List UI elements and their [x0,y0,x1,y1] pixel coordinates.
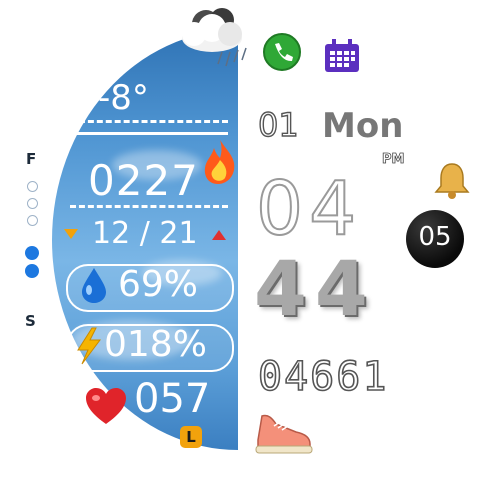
date-weekday[interactable]: Mon [322,106,403,146]
water-drop-icon [80,266,108,304]
temp-range-value: 12 / 21 [92,216,198,251]
side-letter-top: F [26,150,37,168]
side-letter-bottom: S [25,312,36,330]
level-badge: L [180,426,202,448]
humidity-value: 69% [118,264,199,305]
calendar-icon[interactable] [322,38,362,74]
weekday-label: Mon [322,106,404,146]
divider [70,120,228,123]
heart-icon [84,386,128,426]
sneaker-icon [252,406,314,456]
bell-icon[interactable] [432,160,472,200]
phone-icon[interactable] [262,32,302,72]
calories-value[interactable]: 0227 [88,156,199,205]
level-badge-label: L [186,428,196,446]
lightning-icon [72,326,106,366]
hour-value: 04 [255,165,363,253]
temperature-value: -8° [98,78,149,118]
indicator-dot [25,264,39,278]
indicator-ring [27,215,38,226]
arrow-up-red [212,230,226,240]
indicator-ring [27,181,38,192]
divider [70,205,228,208]
arrow-down-orange [64,229,78,239]
divider [70,132,228,135]
minute-value: 44 [254,244,376,333]
seconds-value: 05 [418,222,452,252]
cloud-rain-icon[interactable] [172,4,256,76]
flame-icon [200,138,240,186]
steps-value[interactable]: 04661 [257,353,388,401]
heart-rate-value[interactable]: 057 [134,376,210,422]
ampm-label: PM [382,152,405,168]
indicator-ring [27,198,38,209]
battery-value: 018% [104,324,207,365]
date-day[interactable]: 01 [257,105,299,144]
indicator-dot [25,246,39,260]
